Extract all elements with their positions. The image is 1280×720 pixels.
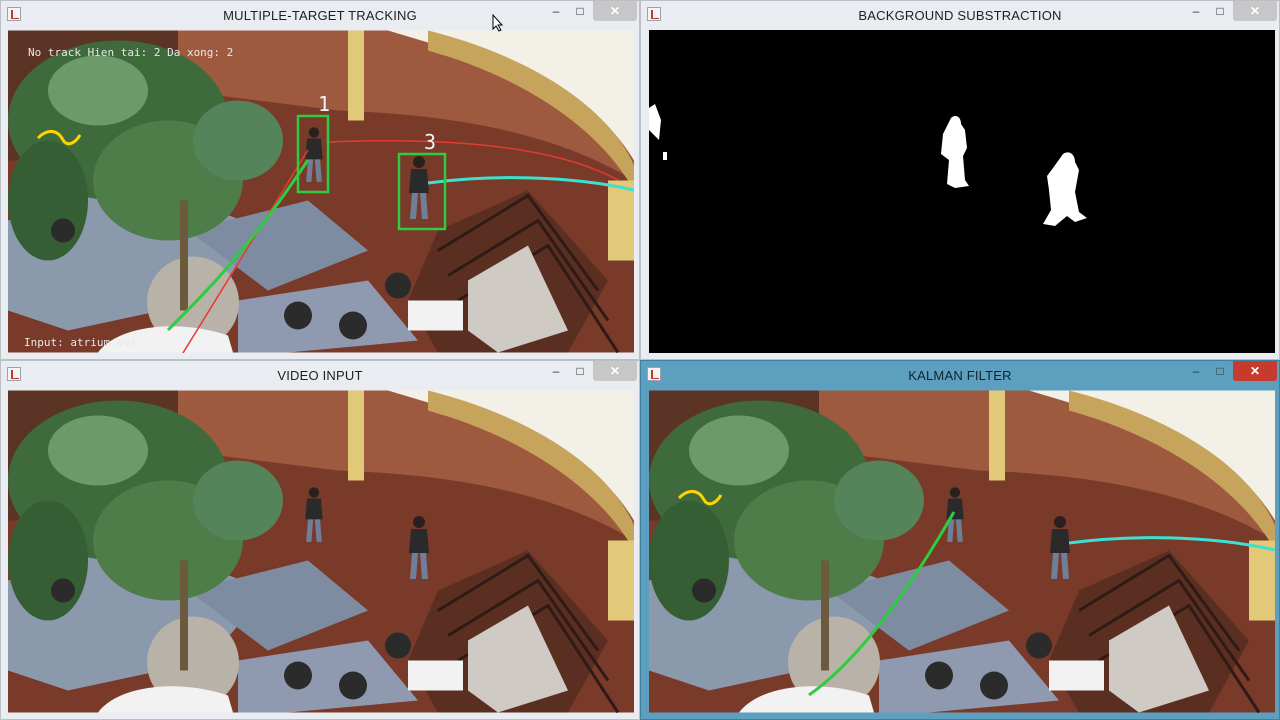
background-titlebar[interactable]: BACKGROUND SUBSTRACTION – □ ✕	[641, 1, 1279, 29]
input-file-text: Input: atrium.avi	[24, 336, 137, 349]
tracking-frame: No track Hien tai: 2 Da xong: 2 Input: a…	[8, 30, 634, 353]
mouse-cursor-icon	[492, 14, 504, 32]
video-input-window[interactable]: VIDEO INPUT – □ ✕	[0, 360, 640, 720]
tracking-window[interactable]: MULTIPLE-TARGET TRACKING – □ ✕ No track …	[0, 0, 640, 360]
video-frame	[8, 390, 634, 713]
maximize-button[interactable]: □	[1207, 361, 1233, 381]
close-button[interactable]: ✕	[593, 361, 637, 381]
kalman-video-frame	[649, 390, 1275, 713]
minimize-button[interactable]: –	[543, 361, 569, 381]
foreground-mask	[649, 104, 1087, 226]
raw-video-frame	[8, 390, 634, 713]
tracking-titlebar[interactable]: MULTIPLE-TARGET TRACKING – □ ✕	[1, 1, 639, 29]
blob-person-2	[1043, 152, 1087, 226]
tracking-video-frame	[8, 30, 634, 353]
maximize-button[interactable]: □	[567, 361, 593, 381]
video-titlebar[interactable]: VIDEO INPUT – □ ✕	[1, 361, 639, 389]
foreground-mask-frame	[649, 30, 1275, 353]
minimize-button[interactable]: –	[1183, 1, 1209, 21]
kalman-window[interactable]: KALMAN FILTER – □ ✕	[640, 360, 1280, 720]
maximize-button[interactable]: □	[1207, 1, 1233, 21]
blob-left	[649, 104, 661, 140]
kalman-titlebar[interactable]: KALMAN FILTER – □ ✕	[641, 361, 1279, 389]
maximize-button[interactable]: □	[567, 1, 593, 21]
track-id-label: 3	[424, 130, 437, 154]
minimize-button[interactable]: –	[1183, 361, 1209, 381]
blob-person-1	[941, 116, 969, 188]
close-button[interactable]: ✕	[593, 1, 637, 21]
tracking-status-text: No track Hien tai: 2 Da xong: 2	[28, 46, 234, 59]
track-id-label: 1	[318, 92, 331, 116]
close-button[interactable]: ✕	[1233, 361, 1277, 381]
close-button[interactable]: ✕	[1233, 1, 1277, 21]
background-window[interactable]: BACKGROUND SUBSTRACTION – □ ✕	[640, 0, 1280, 360]
kalman-frame	[649, 390, 1275, 713]
minimize-button[interactable]: –	[543, 1, 569, 21]
